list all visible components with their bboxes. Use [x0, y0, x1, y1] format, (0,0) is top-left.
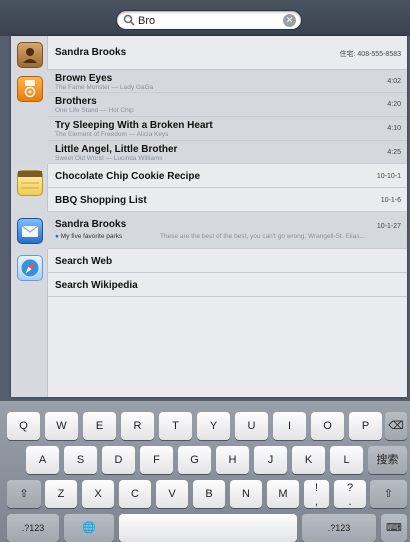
song-subtitle: Sweet Old World — Lucinda Williams [55, 155, 163, 162]
unread-dot-icon: ● [55, 233, 59, 240]
notes-group: Chocolate Chip Cookie Recipe 10-10-1 BBQ… [11, 164, 407, 212]
song-title: Try Sleeping With a Broken Heart [55, 120, 213, 131]
key-i[interactable]: I [273, 412, 306, 440]
note-result[interactable]: BBQ Shopping List 10-1-6 [48, 188, 407, 212]
mail-sender: Sandra Brooks [55, 219, 127, 230]
note-date: 10-10-1 [376, 173, 401, 180]
key-comma-label: , [314, 496, 319, 508]
song-duration: 4:20 [387, 101, 401, 108]
key-period-label: . [348, 496, 352, 508]
onscreen-keyboard: Q W E R T Y U I O P ⌫ A S D F G H J K L … [0, 400, 410, 542]
song-result[interactable]: Brothers One Life Stand — Hot Chip 4:20 [48, 93, 407, 117]
key-v[interactable]: V [156, 480, 188, 508]
search-field[interactable]: ✕ [116, 10, 302, 30]
mail-result[interactable]: Sandra Brooks ● My five favorite parks T… [48, 212, 407, 249]
note-title: BBQ Shopping List [55, 195, 147, 206]
song-duration: 4:10 [387, 125, 401, 132]
key-exclaim-comma[interactable]: ! , [304, 480, 329, 508]
song-subtitle: The Fame Monster — Lady GaGa [55, 84, 154, 91]
key-l[interactable]: L [330, 446, 363, 474]
search-return-key[interactable]: 搜索 [368, 446, 407, 474]
song-result[interactable]: Brown Eyes The Fame Monster — Lady GaGa … [48, 70, 407, 93]
key-u[interactable]: U [235, 412, 268, 440]
key-g[interactable]: G [178, 446, 211, 474]
search-web-button[interactable]: Search Web [48, 249, 407, 273]
status-header: ✕ [0, 0, 410, 36]
key-e[interactable]: E [83, 412, 116, 440]
note-title: Chocolate Chip Cookie Recipe [55, 171, 201, 182]
search-input[interactable] [138, 13, 278, 29]
search-results-panel: Sandra Brooks 住宅: 408-555-8583 Brown Eye… [11, 36, 407, 397]
clear-icon[interactable]: ✕ [283, 14, 296, 27]
mail-subject-line: ● My five favorite parks [55, 233, 122, 240]
key-s[interactable]: S [64, 446, 97, 474]
key-p[interactable]: P [349, 412, 382, 440]
key-j[interactable]: J [254, 446, 287, 474]
key-a[interactable]: A [26, 446, 59, 474]
key-t[interactable]: T [159, 412, 192, 440]
contacts-group: Sandra Brooks 住宅: 408-555-8583 [11, 36, 407, 70]
notes-icon [17, 170, 43, 196]
key-exclaim-label: ! [314, 482, 319, 494]
ipod-icon [17, 76, 43, 102]
contact-result[interactable]: Sandra Brooks 住宅: 408-555-8583 [48, 36, 407, 70]
key-q[interactable]: Q [7, 412, 40, 440]
key-c[interactable]: C [119, 480, 151, 508]
key-question-label: ? [346, 482, 354, 494]
key-k[interactable]: K [292, 446, 325, 474]
numbers-key-right[interactable]: .?123 [302, 514, 376, 542]
key-x[interactable]: X [82, 480, 114, 508]
key-h[interactable]: H [216, 446, 249, 474]
song-title: Little Angel, Little Brother [55, 144, 178, 155]
contacts-icon [17, 42, 43, 68]
mail-icon [17, 218, 43, 244]
search-web-label: Search Web [55, 256, 113, 267]
mail-date: 10-1-27 [376, 223, 401, 230]
search-wikipedia-label: Search Wikipedia [55, 280, 138, 291]
key-f[interactable]: F [140, 446, 173, 474]
delete-key-icon[interactable]: ⌫ [385, 412, 407, 440]
space-bar[interactable] [119, 514, 297, 542]
song-result[interactable]: Try Sleeping With a Broken Heart The Ele… [48, 117, 407, 141]
search-wikipedia-button[interactable]: Search Wikipedia [48, 273, 407, 297]
key-b[interactable]: B [193, 480, 225, 508]
song-title: Brothers [55, 96, 97, 107]
numbers-key[interactable]: .?123 [7, 514, 59, 542]
safari-icon [17, 255, 43, 281]
key-n[interactable]: N [230, 480, 262, 508]
note-date: 10-1-6 [380, 197, 401, 204]
shift-key-icon[interactable]: ⇧ [7, 480, 41, 508]
song-title: Brown Eyes [55, 73, 113, 84]
key-question-period[interactable]: ? . [334, 480, 366, 508]
mail-group: Sandra Brooks ● My five favorite parks T… [11, 212, 407, 249]
song-result[interactable]: Little Angel, Little Brother Sweet Old W… [48, 141, 407, 164]
note-result[interactable]: Chocolate Chip Cookie Recipe 10-10-1 [48, 164, 407, 188]
song-subtitle: The Element of Freedom — Alicia Keys [55, 131, 169, 138]
song-subtitle: One Life Stand — Hot Chip [55, 107, 134, 114]
music-group: Brown Eyes The Fame Monster — Lady GaGa … [11, 70, 407, 164]
web-search-group: Search Web Search Wikipedia [11, 249, 407, 297]
mail-subject: My five favorite parks [60, 233, 123, 240]
contact-phone: 住宅: 408-555-8583 [339, 51, 401, 58]
search-icon [123, 14, 135, 26]
key-z[interactable]: Z [45, 480, 77, 508]
key-d[interactable]: D [102, 446, 135, 474]
keyboard-dismiss-icon[interactable]: ⌨ [381, 514, 407, 542]
contact-name: Sandra Brooks [55, 47, 127, 58]
song-duration: 4:25 [387, 149, 401, 156]
key-y[interactable]: Y [197, 412, 230, 440]
shift-key-right-icon[interactable]: ⇧ [370, 480, 407, 508]
mail-preview: These are the best of the best, you can'… [160, 233, 365, 240]
key-o[interactable]: O [311, 412, 344, 440]
globe-icon[interactable]: 🌐 [64, 514, 114, 542]
key-r[interactable]: R [121, 412, 154, 440]
key-w[interactable]: W [45, 412, 78, 440]
song-duration: 4:02 [387, 78, 401, 85]
key-m[interactable]: M [267, 480, 299, 508]
